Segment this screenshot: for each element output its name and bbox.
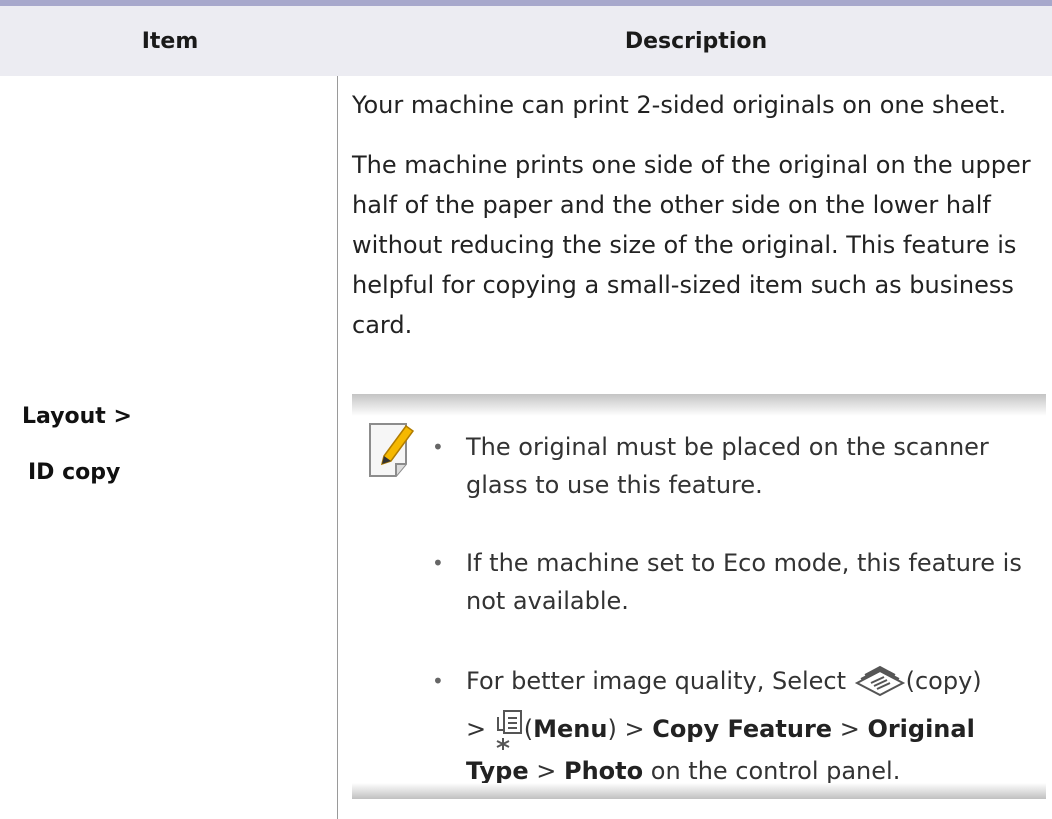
item-label-layout: Layout > (22, 404, 132, 429)
description-paragraph-1: Your machine can print 2-sided originals… (352, 91, 1007, 119)
note-bullet-2: • If the machine set to Eco mode, this f… (432, 544, 1046, 620)
note-separator: ) > (607, 715, 653, 743)
note-paren-open: ( (523, 715, 534, 743)
note-bullet-3-line1: For better image quality, Select (copy) (466, 662, 1046, 700)
note-separator: > (528, 757, 564, 785)
note-bullet-3-line2: > (Menu) > Copy Feature > Original (466, 708, 1046, 752)
item-label-id-copy: ID copy (28, 460, 121, 485)
menu-icon (496, 710, 522, 750)
note-box: • The original must be placed on the sca… (352, 394, 1046, 799)
header-item: Item (141, 28, 199, 54)
note-separator: > (466, 715, 494, 743)
note-top-shade (352, 394, 1046, 416)
note-bottom-shade (352, 783, 1046, 799)
note-bullet-1: • The original must be placed on the sca… (432, 428, 1046, 504)
header-description: Description (624, 28, 768, 54)
note-bullet-1-text: The original must be placed on the scann… (466, 433, 989, 499)
note-separator: > (832, 715, 868, 743)
note-copy-label: (copy) (905, 667, 982, 695)
note-bullet-3: • For better image quality, Select (copy… (432, 662, 1046, 790)
note-pencil-icon (369, 423, 415, 477)
note-bullet-3-end: on the control panel. (643, 757, 901, 785)
column-divider (337, 76, 338, 819)
original-label: Original (867, 715, 975, 743)
note-bullet-2-text: If the machine set to Eco mode, this fea… (466, 549, 1022, 615)
photo-label: Photo (564, 757, 644, 785)
copy-icon (854, 665, 905, 697)
bullet-dot: • (432, 435, 444, 459)
table-header: Item Description (0, 6, 1052, 76)
type-label: Type (466, 757, 529, 785)
bullet-dot: • (432, 551, 444, 575)
menu-label: Menu (533, 715, 608, 743)
bullet-dot: • (432, 669, 444, 693)
description-paragraph-2: The machine prints one side of the origi… (352, 151, 1031, 339)
note-bullet-3-text: For better image quality, Select (466, 667, 854, 695)
copy-feature-label: Copy Feature (652, 715, 833, 743)
